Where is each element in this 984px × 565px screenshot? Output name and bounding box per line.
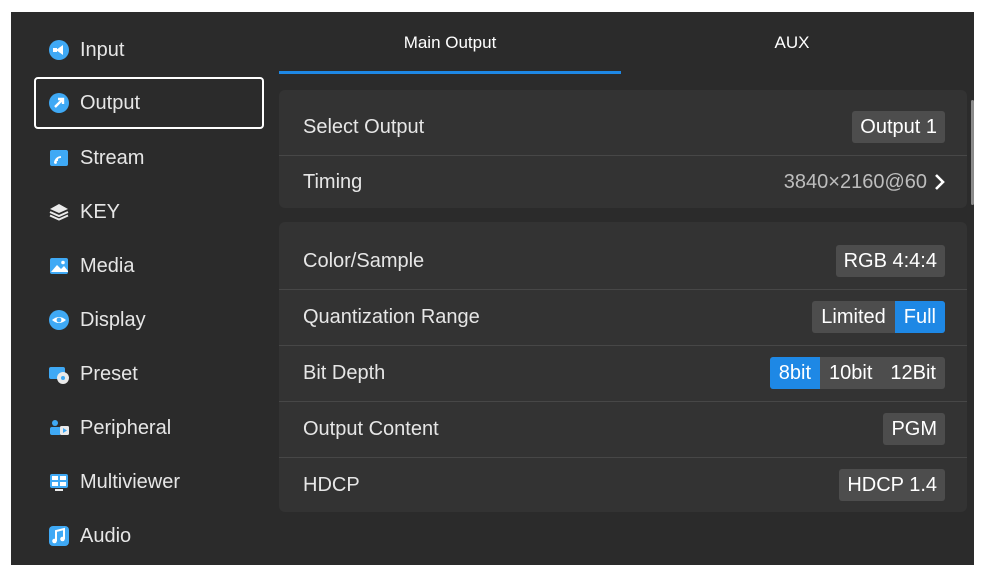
media-image-icon <box>48 255 70 277</box>
display-icon <box>48 309 70 331</box>
tab-label: AUX <box>774 33 810 52</box>
quantization-range-row: Quantization Range Limited Full <box>279 290 967 344</box>
input-icon <box>48 39 70 61</box>
output-card: Select Output Output 1 Timing 3840×2160@… <box>279 90 967 208</box>
timing-row[interactable]: Timing 3840×2160@60 <box>279 156 967 208</box>
sidebar-item-audio[interactable]: Audio <box>34 510 264 562</box>
bit-depth-toggle: 8bit 10bit 12Bit <box>769 357 945 389</box>
sidebar-item-output[interactable]: Output <box>34 77 264 129</box>
quantization-range-label: Quantization Range <box>303 305 480 328</box>
bit-depth-10bit-option[interactable]: 10bit <box>820 357 881 389</box>
output-content-label: Output Content <box>303 417 439 440</box>
sidebar-item-label: Output <box>80 91 141 114</box>
tab-label: Main Output <box>403 33 497 52</box>
sidebar-item-stream[interactable]: Stream <box>34 132 264 184</box>
scrollbar-thumb[interactable] <box>971 100 974 205</box>
sidebar-item-key[interactable]: KEY <box>34 186 264 238</box>
select-output-label: Select Output <box>303 115 425 138</box>
quantization-limited-option[interactable]: Limited <box>812 301 894 333</box>
key-layers-icon <box>48 201 70 223</box>
sidebar-item-label: Preset <box>80 362 138 385</box>
sidebar-item-label: Audio <box>80 524 132 547</box>
color-sample-label: Color/Sample <box>303 249 425 272</box>
app-screen: Input Output Stream KEY Media Display Pr… <box>11 12 974 565</box>
sidebar-item-label: Peripheral <box>80 416 172 439</box>
hdcp-label: HDCP <box>303 473 360 496</box>
sidebar-item-input[interactable]: Input <box>34 24 264 76</box>
output-content-dropdown[interactable]: PGM <box>883 413 945 445</box>
chevron-right-icon <box>935 174 945 190</box>
preset-icon <box>48 363 70 385</box>
select-output-dropdown[interactable]: Output 1 <box>852 111 945 143</box>
stream-icon <box>48 147 70 169</box>
sidebar-item-peripheral[interactable]: Peripheral <box>34 402 264 454</box>
timing-value[interactable]: 3840×2160@60 <box>784 171 945 194</box>
sidebar-item-label: Media <box>80 254 135 277</box>
settings-card: Color/Sample RGB 4:4:4 Quantization Rang… <box>279 222 967 512</box>
hdcp-row[interactable]: HDCP HDCP 1.4 <box>279 458 967 512</box>
timing-value-text: 3840×2160@60 <box>783 170 927 193</box>
select-output-row[interactable]: Select Output Output 1 <box>279 100 967 154</box>
output-icon <box>48 92 70 114</box>
bit-depth-8bit-option[interactable]: 8bit <box>769 357 821 389</box>
output-content-row[interactable]: Output Content PGM <box>279 402 967 456</box>
multiviewer-icon <box>48 471 70 493</box>
sidebar-item-label: Display <box>80 308 146 331</box>
sidebar-item-preset[interactable]: Preset <box>34 348 264 400</box>
tab-main-output[interactable]: Main Output <box>279 12 621 74</box>
quantization-range-toggle: Limited Full <box>812 301 945 333</box>
color-sample-dropdown[interactable]: RGB 4:4:4 <box>835 245 945 277</box>
hdcp-dropdown[interactable]: HDCP 1.4 <box>839 469 945 501</box>
quantization-full-option[interactable]: Full <box>894 301 945 333</box>
audio-icon <box>48 525 70 547</box>
sidebar-item-label: Multiviewer <box>80 470 181 493</box>
color-sample-row[interactable]: Color/Sample RGB 4:4:4 <box>279 234 967 288</box>
output-tabs: Main Output AUX <box>279 12 969 76</box>
tab-aux[interactable]: AUX <box>621 12 963 74</box>
sidebar-item-multiviewer[interactable]: Multiviewer <box>34 456 264 508</box>
bit-depth-label: Bit Depth <box>303 361 386 384</box>
sidebar-item-label: Input <box>80 38 125 61</box>
peripheral-icon <box>48 417 70 439</box>
active-tab-indicator <box>279 71 621 74</box>
sidebar: Input Output Stream KEY Media Display Pr… <box>11 12 273 565</box>
sidebar-item-media[interactable]: Media <box>34 240 264 292</box>
sidebar-item-label: Stream <box>80 146 145 169</box>
sidebar-item-label: KEY <box>80 200 121 223</box>
bit-depth-12bit-option[interactable]: 12Bit <box>881 357 945 389</box>
timing-label: Timing <box>303 170 363 193</box>
bit-depth-row: Bit Depth 8bit 10bit 12Bit <box>279 346 967 400</box>
sidebar-item-display[interactable]: Display <box>34 294 264 346</box>
